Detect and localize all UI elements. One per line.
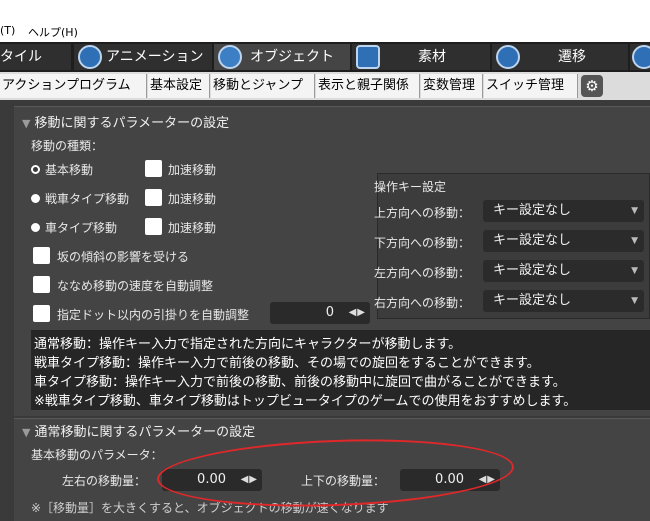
key-up-value: キー設定なし bbox=[493, 203, 572, 218]
sub-tab-bar: アクションプログラム 基本設定 移動とジャンプ 表示と親子関係 変数管理 スイッ… bbox=[0, 72, 650, 100]
subtab-display-parent[interactable]: 表示と親子関係 bbox=[316, 74, 420, 98]
tab-animation-label: アニメーション bbox=[106, 49, 204, 65]
tab-tile-label: タイル bbox=[0, 49, 42, 65]
subtab-switches[interactable]: スイッチ管理 bbox=[484, 74, 578, 98]
accel-checkbox-basic[interactable] bbox=[145, 160, 162, 177]
snag-adjust-label: 指定ドット以内の引掛りを自動調整 bbox=[57, 308, 250, 322]
section1-title: 移動に関するパラメーターの設定 bbox=[34, 116, 230, 131]
key-up-label: 上方向への移動： bbox=[374, 206, 471, 220]
tab-tile[interactable]: タイル bbox=[0, 44, 71, 70]
tab-transition-label: 遷移 bbox=[558, 49, 586, 65]
subtab-variables[interactable]: 変数管理 bbox=[421, 74, 483, 98]
stepper-arrows-icon[interactable]: ◀▶ bbox=[349, 302, 366, 324]
chevron-down-icon: ▼ bbox=[631, 236, 638, 246]
movement-type-label: 移動の種類： bbox=[31, 139, 104, 153]
subtab-basic-settings[interactable]: 基本設定 bbox=[148, 74, 210, 98]
tab-object-label: オブジェクト bbox=[250, 49, 334, 65]
section2-title: 通常移動に関するパラメーターの設定 bbox=[34, 425, 256, 440]
chevron-down-icon: ▼ bbox=[631, 296, 638, 306]
chevron-down-icon: ▼ bbox=[631, 206, 638, 216]
radio-basic-move[interactable] bbox=[31, 165, 40, 174]
key-down-value: キー設定なし bbox=[493, 233, 572, 248]
menu-item-help[interactable]: ヘルプ(H) bbox=[28, 24, 78, 40]
accel-label-tank: 加速移動 bbox=[168, 192, 217, 206]
top-tab-bar: タイル アニメーション オブジェクト 素材 遷移 bbox=[0, 42, 650, 72]
menu-bar: (T) ヘルプ(H) bbox=[0, 0, 650, 42]
diagonal-speed-label: ななめ移動の速度を自動調整 bbox=[57, 279, 214, 293]
tab-next[interactable] bbox=[630, 44, 650, 70]
key-down-select[interactable]: キー設定なし ▼ bbox=[483, 230, 644, 252]
horizontal-amount-label: 左右の移動量： bbox=[62, 474, 147, 488]
description-line: 通常移動：操作キー入力で指定された方向にキャラクターが移動します。 bbox=[34, 337, 462, 352]
transition-icon bbox=[496, 45, 520, 69]
key-right-value: キー設定なし bbox=[493, 293, 572, 308]
radio-car-move[interactable] bbox=[31, 223, 40, 232]
slope-checkbox[interactable] bbox=[33, 247, 50, 264]
tab-material[interactable]: 素材 bbox=[352, 44, 490, 70]
stack-icon bbox=[356, 45, 380, 69]
movement-description: 通常移動：操作キー入力で指定された方向にキャラクターが移動します。 戦車タイプ移… bbox=[31, 330, 650, 410]
snag-dots-stepper[interactable]: 0 ◀▶ bbox=[270, 302, 370, 324]
basic-move-params-label: 基本移動のパラメータ： bbox=[31, 448, 163, 462]
overflow-tab-icon bbox=[632, 45, 650, 69]
radio-basic-move-label: 基本移動 bbox=[45, 163, 94, 177]
tab-transition[interactable]: 遷移 bbox=[492, 44, 628, 70]
slope-label: 坂の傾斜の影響を受ける bbox=[57, 250, 190, 264]
gear-icon[interactable]: ⚙ bbox=[581, 75, 603, 97]
radio-car-move-label: 車タイプ移動 bbox=[45, 221, 118, 235]
tab-object[interactable]: オブジェクト bbox=[214, 44, 350, 70]
key-left-label: 左方向への移動： bbox=[374, 266, 471, 280]
tab-material-label: 素材 bbox=[418, 49, 446, 65]
accel-checkbox-car[interactable] bbox=[145, 218, 162, 235]
section2-header[interactable]: ▼ 通常移動に関するパラメーターの設定 bbox=[22, 421, 255, 440]
snag-adjust-checkbox[interactable] bbox=[33, 305, 50, 322]
section1-header[interactable]: ▼ 移動に関するパラメーターの設定 bbox=[22, 112, 229, 131]
collapse-triangle-icon: ▼ bbox=[22, 426, 31, 439]
collapse-triangle-icon: ▼ bbox=[22, 117, 31, 130]
diagonal-speed-checkbox[interactable] bbox=[33, 276, 50, 293]
key-left-select[interactable]: キー設定なし ▼ bbox=[483, 260, 644, 282]
description-line: 車タイプ移動：操作キー入力で前後の移動、前後の移動中に旋回で曲がることができます… bbox=[34, 375, 566, 390]
description-line: ※戦車タイプ移動、車タイプ移動はトップビュータイプのゲームでの使用をおすすめしま… bbox=[34, 394, 577, 409]
accel-checkbox-tank[interactable] bbox=[145, 189, 162, 206]
radio-tank-move[interactable] bbox=[31, 194, 40, 203]
key-down-label: 下方向への移動： bbox=[374, 236, 471, 250]
tab-animation[interactable]: アニメーション bbox=[74, 44, 212, 70]
key-right-select[interactable]: キー設定なし ▼ bbox=[483, 290, 644, 312]
accel-label-car: 加速移動 bbox=[168, 221, 217, 235]
accel-label-basic: 加速移動 bbox=[168, 163, 217, 177]
subtab-action-program[interactable]: アクションプログラム bbox=[0, 74, 147, 98]
key-up-select[interactable]: キー設定なし ▼ bbox=[483, 200, 644, 222]
radio-tank-move-label: 戦車タイプ移動 bbox=[45, 192, 130, 206]
menu-item-tool[interactable]: (T) bbox=[0, 24, 15, 37]
description-line: 戦車タイプ移動：操作キー入力で前後の移動、その場での旋回をすることができます。 bbox=[34, 356, 540, 371]
chevron-down-icon: ▼ bbox=[631, 266, 638, 276]
snag-dots-value: 0 bbox=[325, 305, 334, 320]
key-left-value: キー設定なし bbox=[493, 263, 572, 278]
film-icon bbox=[78, 45, 102, 69]
key-right-label: 右方向への移動： bbox=[374, 296, 471, 310]
subtab-move-jump[interactable]: 移動とジャンプ bbox=[211, 74, 315, 98]
key-settings-title: 操作キー設定 bbox=[374, 180, 447, 194]
object-jar-icon bbox=[218, 45, 242, 69]
